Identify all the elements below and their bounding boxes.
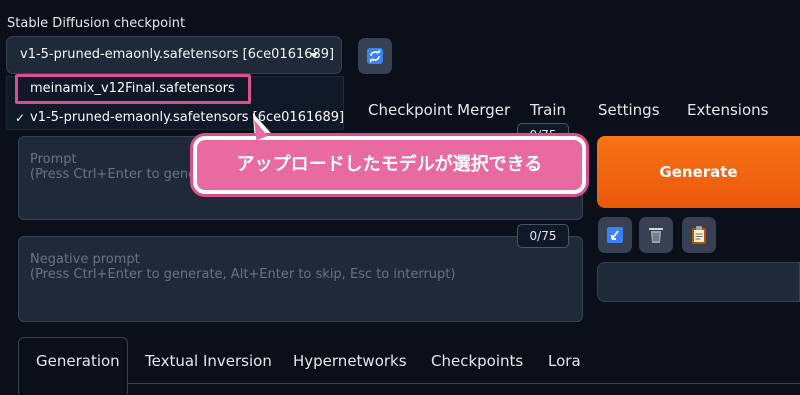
tab-checkpoints[interactable]: Checkpoints [431,352,523,370]
tab-checkpoint-merger[interactable]: Checkpoint Merger [368,101,510,119]
trash-icon [647,225,665,245]
callout-text: アップロードしたモデルが選択できる [236,154,543,175]
negative-prompt-panel[interactable]: Negative prompt (Press Ctrl+Enter to gen… [18,236,583,322]
tab-divider [18,383,800,395]
clipboard-icon [691,225,707,245]
arrow-icon [607,227,623,243]
negative-prompt-title: Negative prompt [30,252,140,267]
refresh-icon [367,48,383,64]
option-highlight-box [15,74,251,104]
read-params-button[interactable] [598,217,632,253]
clear-prompt-button[interactable] [639,217,673,253]
styles-dropdown[interactable] [597,262,800,302]
tab-lora[interactable]: Lora [548,352,581,370]
tab-hypernetworks[interactable]: Hypernetworks [293,352,407,370]
checkpoint-select[interactable]: v1-5-pruned-emaonly.safetensors [6ce0161… [6,36,342,74]
negative-prompt-hint: (Press Ctrl+Enter to generate, Alt+Enter… [30,267,456,282]
prompt-title: Prompt [30,152,77,167]
paste-button[interactable] [682,217,716,253]
tab-settings[interactable]: Settings [598,101,660,119]
tab-train[interactable]: Train [530,101,566,119]
tab-extensions[interactable]: Extensions [687,101,768,119]
check-icon: ✓ [15,111,26,125]
chevron-down-icon[interactable] [310,53,318,58]
checkpoint-label: Stable Diffusion checkpoint [7,16,186,31]
tab-textual-inversion[interactable]: Textual Inversion [145,352,272,370]
dropdown-option-v1-5[interactable]: v1-5-pruned-emaonly.safetensors [6ce0161… [30,110,344,125]
tab-generation[interactable]: Generation [36,352,120,370]
generate-button[interactable]: Generate [597,136,800,208]
negative-prompt-token-counter: 0/75 [517,224,569,248]
refresh-button[interactable] [358,38,392,74]
annotation-callout: アップロードしたモデルが選択できる [193,136,586,194]
